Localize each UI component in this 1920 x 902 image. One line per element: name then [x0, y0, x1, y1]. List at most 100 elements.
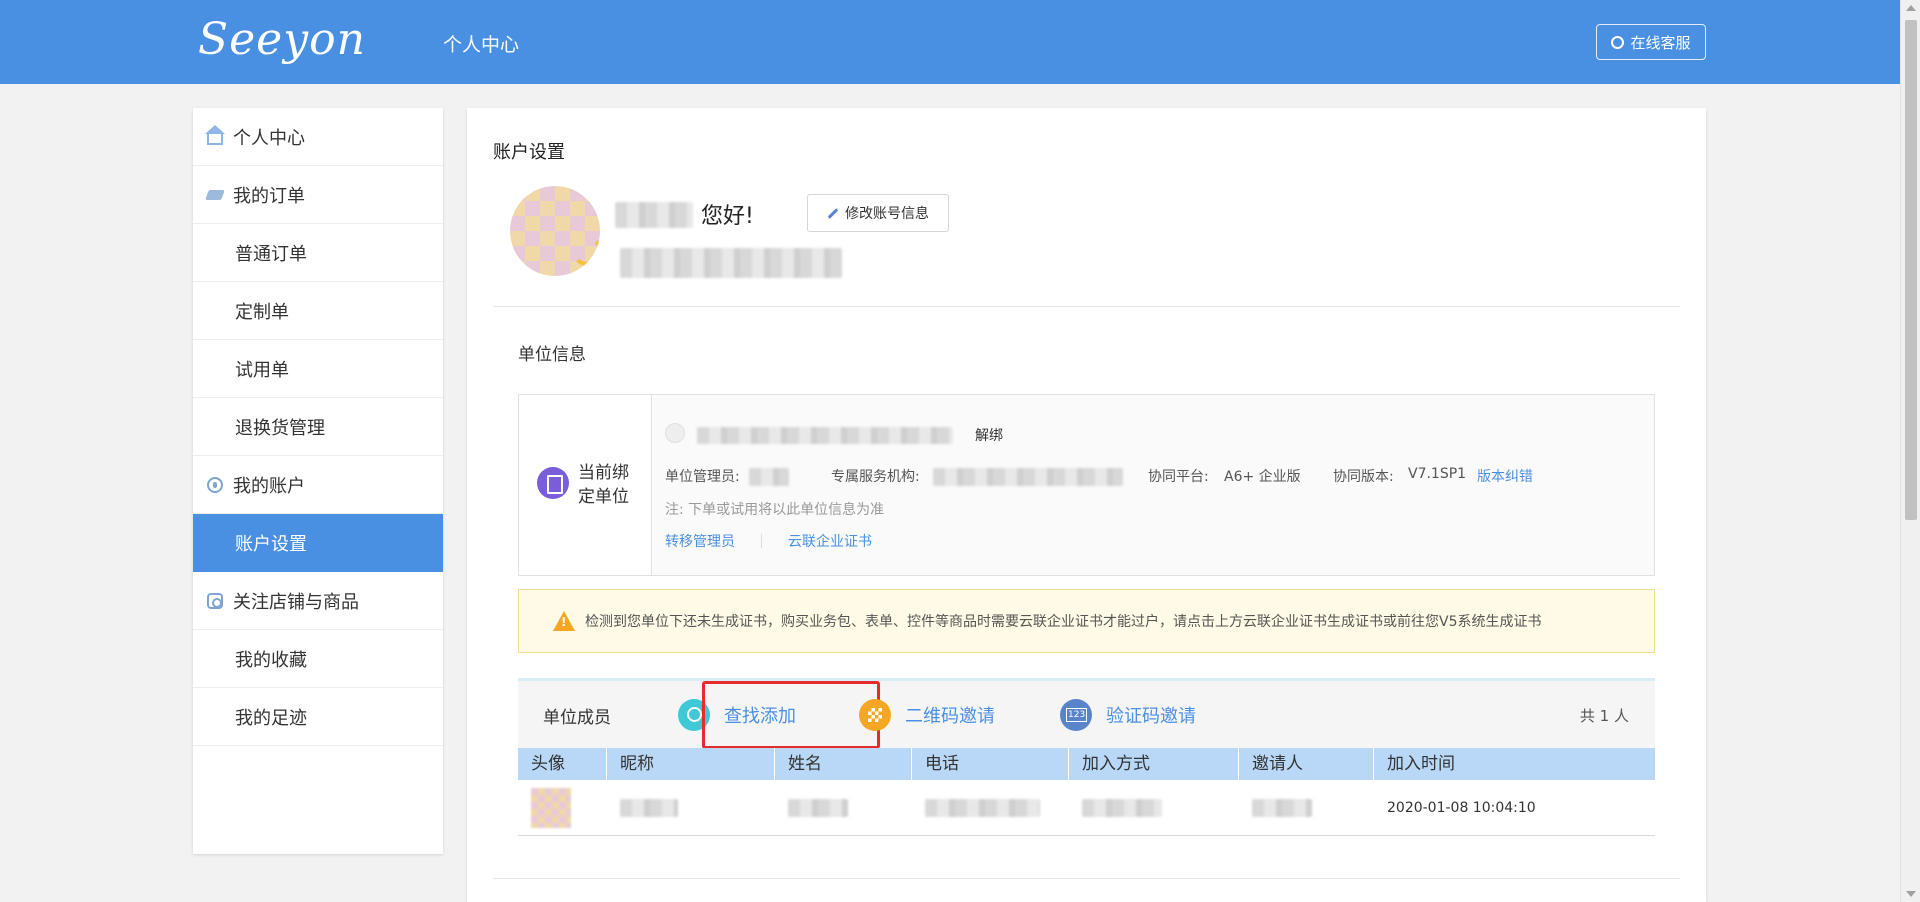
warning-text: 检测到您单位下还未生成证书，购买业务包、表单、控件等商品时需要云联企业证书才能过…	[585, 614, 1542, 630]
headset-icon	[1611, 35, 1625, 49]
cell-inviter	[1239, 780, 1374, 836]
platform-value: A6+ 企业版	[1224, 469, 1301, 485]
name-blurred	[788, 798, 848, 817]
join-time: 2020-01-08 10:04:10	[1387, 799, 1536, 816]
username-blurred	[615, 202, 693, 228]
unit-note: 注: 下单或试用将以此单位信息为准	[665, 502, 885, 518]
members-title: 单位成员	[543, 708, 611, 728]
scrollbar-thumb[interactable]	[1905, 20, 1917, 520]
user-icon	[207, 477, 223, 493]
service-org-label: 专属服务机构:	[831, 469, 920, 485]
sidebar-item-label: 我的足迹	[235, 707, 307, 729]
cell-avatar	[518, 780, 607, 836]
sidebar-item-trial-orders[interactable]: 试用单	[193, 340, 443, 398]
unit-info-title: 单位信息	[518, 345, 586, 365]
cell-phone	[912, 780, 1069, 836]
member-avatar	[531, 787, 571, 828]
top-header: Seeyon 个人中心 在线客服	[0, 0, 1900, 84]
search-add-icon	[678, 699, 710, 731]
sidebar-item-label: 定制单	[235, 301, 289, 323]
sidebar-item-personal-center[interactable]: 个人中心	[193, 108, 443, 166]
col-inviter: 邀请人	[1239, 748, 1374, 780]
sidebar-item-favorites[interactable]: 我的收藏	[193, 630, 443, 688]
logo-text: Seeyon	[198, 14, 366, 65]
action-separator	[761, 534, 762, 548]
table-row[interactable]: 2020-01-08 10:04:10	[518, 780, 1655, 836]
company-info-box: 当前绑定单位 解绑 单位管理员: 专属服务机构: 协同平台: A6+ 企业版 协…	[518, 394, 1655, 576]
version-correction-link[interactable]: 版本纠错	[1477, 466, 1533, 486]
code-invite-button[interactable]: 验证码邀请	[1060, 699, 1196, 731]
col-phone: 电话	[912, 748, 1069, 780]
sidebar-item-label: 退换货管理	[235, 417, 325, 439]
cell-nickname	[607, 780, 775, 836]
cell-name	[775, 780, 912, 836]
verification-code-icon	[1060, 699, 1092, 731]
transfer-admin-link[interactable]: 转移管理员	[665, 531, 735, 551]
version-value: V7.1SP1	[1408, 466, 1467, 482]
sidebar-item-label: 普通订单	[235, 243, 307, 265]
phone-blurred	[925, 798, 1040, 817]
edit-account-button[interactable]: 修改账号信息	[807, 194, 949, 232]
current-unit-label: 当前绑定单位	[578, 463, 629, 507]
sidebar-item-label: 我的订单	[233, 185, 305, 207]
inviter-blurred	[1252, 798, 1312, 817]
layers-icon	[205, 190, 225, 200]
sidebar-item-label: 账户设置	[235, 533, 307, 555]
pencil-icon	[827, 207, 839, 219]
sidebar-item-my-account[interactable]: 我的账户	[193, 456, 443, 514]
divider	[493, 306, 1680, 307]
scroll-up-arrow-icon[interactable]	[1906, 5, 1916, 11]
scroll-down-arrow-icon[interactable]	[1906, 891, 1916, 897]
certificate-warning: 检测到您单位下还未生成证书，购买业务包、表单、控件等商品时需要云联企业证书才能过…	[518, 589, 1655, 653]
version-label: 协同版本:	[1333, 469, 1394, 485]
cell-join-method	[1069, 780, 1239, 836]
warning-icon	[553, 611, 575, 631]
unit-actions: 转移管理员 云联企业证书	[665, 531, 872, 551]
edit-account-label: 修改账号信息	[845, 206, 929, 222]
find-add-label: 查找添加	[724, 706, 796, 727]
seeyon-logo[interactable]: Seeyon	[198, 14, 366, 65]
sidebar-item-footprints[interactable]: 我的足迹	[193, 688, 443, 746]
admin-name-blurred	[749, 468, 789, 486]
cell-join-time: 2020-01-08 10:04:10	[1374, 780, 1655, 836]
avatar-ring	[572, 236, 600, 266]
page-scrollbar[interactable]	[1900, 0, 1920, 902]
join-method-blurred	[1082, 798, 1162, 817]
online-service-label: 在线客服	[1630, 33, 1691, 52]
home-icon	[205, 125, 225, 145]
shop-icon	[207, 593, 223, 609]
sidebar-item-label: 我的账户	[233, 475, 305, 497]
admin-label: 单位管理员:	[665, 469, 740, 485]
page-title: 账户设置	[493, 142, 565, 163]
company-name-blurred	[697, 427, 953, 444]
member-count: 共 1 人	[1579, 707, 1629, 725]
cloud-cert-link[interactable]: 云联企业证书	[788, 531, 872, 551]
members-toolbar: 单位成员 查找添加 二维码邀请 验证码邀请 共 1 人	[518, 678, 1655, 749]
account-id-blurred	[620, 248, 842, 278]
nickname-blurred	[620, 798, 678, 817]
platform-label: 协同平台:	[1148, 469, 1209, 485]
sidebar-item-label: 关注店铺与商品	[233, 591, 359, 613]
sidebar-item-custom-orders[interactable]: 定制单	[193, 282, 443, 340]
qr-invite-button[interactable]: 二维码邀请	[859, 699, 995, 731]
unbind-button[interactable]: 解绑	[975, 425, 1003, 445]
find-add-button[interactable]: 查找添加	[678, 699, 796, 731]
col-name: 姓名	[775, 748, 912, 780]
organization-icon	[665, 423, 685, 443]
sidebar-item-my-orders[interactable]: 我的订单	[193, 166, 443, 224]
members-table-header: 头像 昵称 姓名 电话 加入方式 邀请人 加入时间	[518, 748, 1655, 780]
sidebar-item-normal-orders[interactable]: 普通订单	[193, 224, 443, 282]
col-join-method: 加入方式	[1069, 748, 1239, 780]
online-service-button[interactable]: 在线客服	[1596, 24, 1706, 60]
col-avatar: 头像	[518, 748, 607, 780]
user-avatar	[510, 186, 600, 276]
sidebar-item-followed-shops[interactable]: 关注店铺与商品	[193, 572, 443, 630]
sidebar-item-account-settings[interactable]: 账户设置	[193, 514, 443, 572]
sidebar-item-label: 个人中心	[233, 127, 305, 149]
sidebar-item-returns[interactable]: 退换货管理	[193, 398, 443, 456]
current-unit-cell: 当前绑定单位	[519, 395, 652, 575]
qr-invite-label: 二维码邀请	[905, 706, 995, 727]
building-icon	[537, 467, 569, 499]
company-details: 解绑 单位管理员: 专属服务机构: 协同平台: A6+ 企业版 协同版本: V7…	[653, 395, 1654, 575]
sidebar: 个人中心 我的订单 普通订单 定制单 试用单 退换货管理 我的账户 账户设置 关…	[193, 108, 443, 854]
